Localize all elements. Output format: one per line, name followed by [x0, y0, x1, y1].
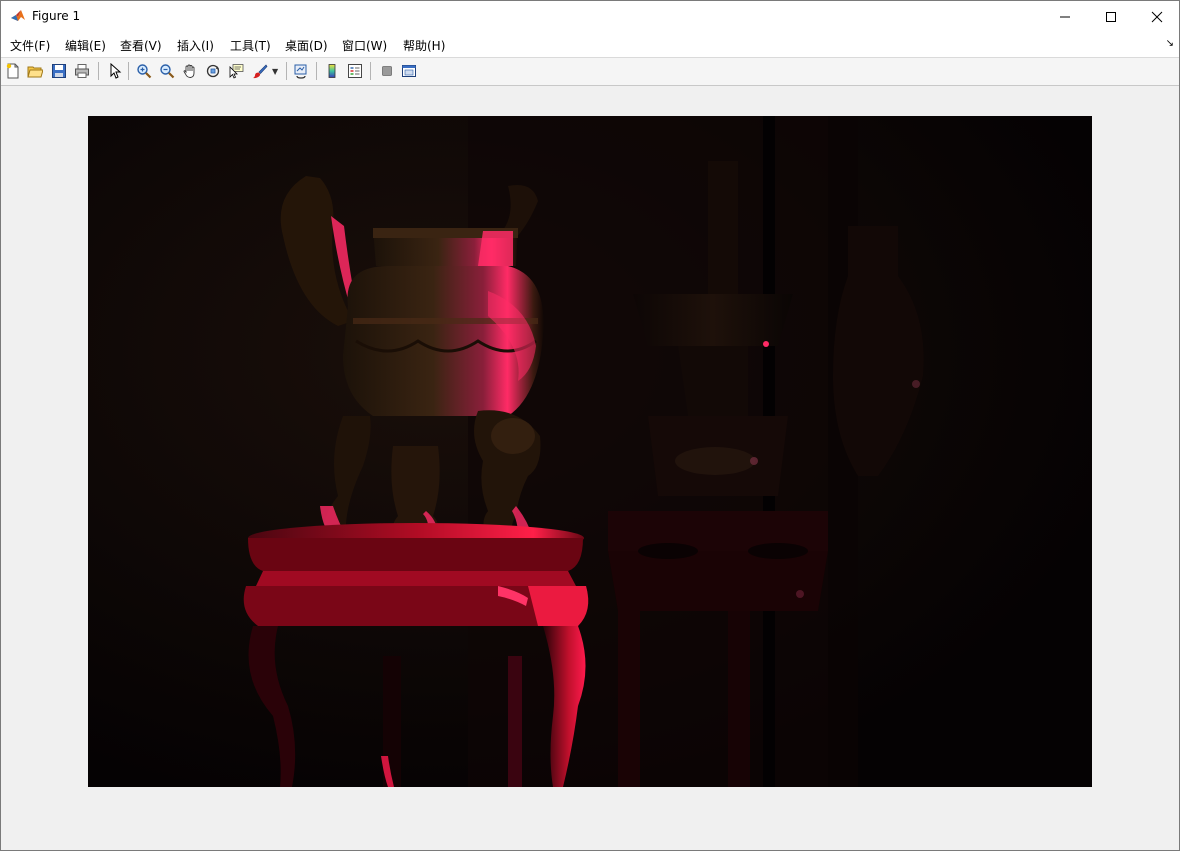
toolbar-separator	[370, 62, 371, 80]
hide-plot-tools-button[interactable]	[377, 61, 397, 81]
maximize-button[interactable]	[1088, 1, 1134, 32]
brush-dropdown-icon[interactable]: ▼	[272, 67, 278, 76]
rotate-3d-icon	[206, 64, 220, 78]
menu-edit[interactable]: 编辑(E)	[65, 37, 106, 54]
show-plot-tools-button[interactable]	[399, 61, 419, 81]
show-plot-tools-icon	[402, 65, 416, 77]
edit-plot-icon	[110, 63, 122, 79]
menu-desktop[interactable]: 桌面(D)	[285, 37, 328, 54]
new-figure-button[interactable]	[3, 61, 23, 81]
minimize-icon	[1060, 16, 1070, 17]
still-life-image	[88, 116, 1092, 787]
dock-arrow-icon[interactable]: ↘	[1166, 38, 1174, 49]
brush-button[interactable]	[250, 61, 270, 81]
link-plot-button[interactable]	[291, 61, 311, 81]
brush-icon	[253, 64, 268, 79]
menu-bar: 文件(F) 编辑(E) 查看(V) 插入(I) 工具(T) 桌面(D) 窗口(W…	[1, 32, 1179, 58]
new-figure-icon	[6, 63, 19, 79]
zoom-in-icon	[137, 64, 152, 79]
print-icon	[75, 64, 89, 78]
title-bar[interactable]: Figure 1	[1, 1, 1179, 32]
link-plot-icon	[294, 64, 307, 79]
matlab-icon	[10, 8, 26, 24]
toolbar-separator	[286, 62, 287, 80]
window-title: Figure 1	[32, 9, 81, 23]
hide-plot-tools-icon	[382, 66, 392, 76]
toolbar-separator	[128, 62, 129, 80]
insert-legend-icon	[348, 64, 362, 78]
edit-plot-button[interactable]	[105, 61, 125, 81]
pan-button[interactable]	[180, 61, 200, 81]
rotate-3d-button[interactable]	[203, 61, 223, 81]
zoom-out-icon	[160, 64, 175, 79]
menu-insert[interactable]: 插入(I)	[177, 37, 214, 54]
save-icon	[52, 64, 66, 78]
menu-tools[interactable]: 工具(T)	[230, 37, 271, 54]
pan-icon	[183, 64, 195, 78]
figure-canvas[interactable]	[1, 86, 1179, 850]
data-cursor-button[interactable]	[226, 61, 246, 81]
close-button[interactable]	[1134, 1, 1180, 32]
menu-help[interactable]: 帮助(H)	[403, 37, 445, 54]
figure-toolbar: ▼	[1, 58, 1179, 86]
toolbar-separator	[316, 62, 317, 80]
insert-colorbar-icon	[328, 64, 336, 78]
insert-legend-button[interactable]	[345, 61, 365, 81]
menu-file[interactable]: 文件(F)	[10, 37, 50, 54]
minimize-button[interactable]	[1042, 1, 1088, 32]
menu-window[interactable]: 窗口(W)	[342, 37, 387, 54]
insert-colorbar-button[interactable]	[322, 61, 342, 81]
menu-view[interactable]: 查看(V)	[120, 37, 162, 54]
data-cursor-icon	[229, 64, 244, 79]
image-axes[interactable]	[88, 116, 1092, 787]
close-icon	[1151, 11, 1163, 22]
print-button[interactable]	[72, 61, 92, 81]
zoom-out-button[interactable]	[157, 61, 177, 81]
zoom-in-button[interactable]	[134, 61, 154, 81]
save-button[interactable]	[49, 61, 69, 81]
open-file-icon	[27, 66, 43, 78]
toolbar-separator	[98, 62, 99, 80]
figure-window: Figure 1 文件(F) 编辑(E) 查看(V) 插入(I) 工具(T) 桌…	[0, 0, 1180, 851]
open-file-button[interactable]	[25, 61, 45, 81]
maximize-icon	[1106, 11, 1116, 22]
